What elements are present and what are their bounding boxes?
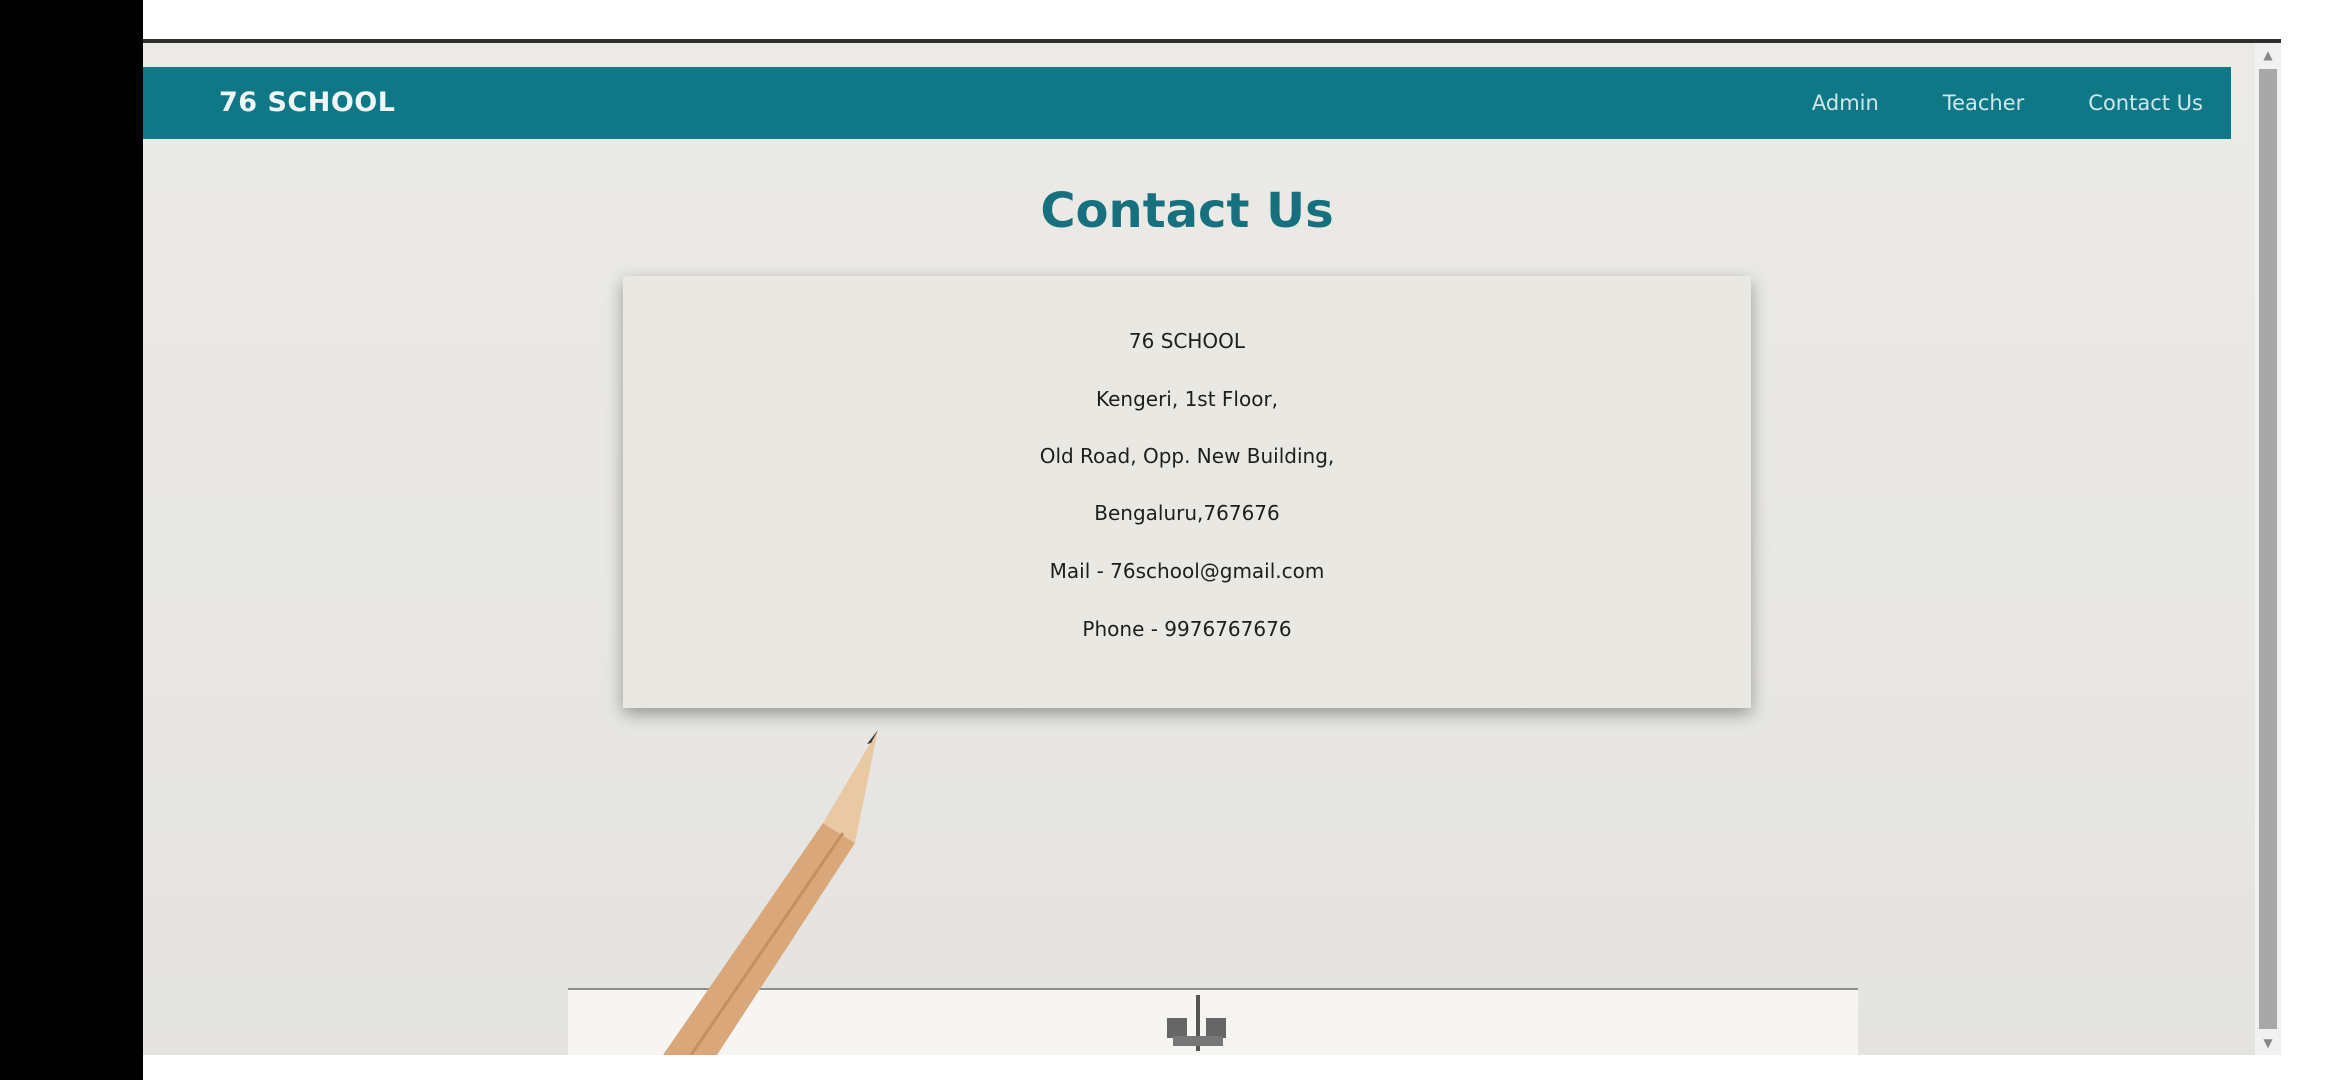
left-black-margin [0, 0, 143, 1080]
nav-link-teacher[interactable]: Teacher [1943, 91, 2024, 115]
address-city: Bengaluru,767676 [1094, 501, 1280, 525]
brand-logo-text[interactable]: 76 SCHOOL [219, 67, 395, 139]
contact-mail: Mail - 76school@gmail.com [1049, 559, 1325, 583]
top-navbar: 76 SCHOOL Admin Teacher Contact Us [143, 67, 2231, 139]
address-line-2: Old Road, Opp. New Building, [1039, 444, 1335, 468]
scroll-down-arrow-icon[interactable]: ▼ [2255, 1031, 2281, 1055]
scroll-up-arrow-icon[interactable]: ▲ [2255, 43, 2281, 67]
page-title: Contact Us [1040, 183, 1334, 239]
nav-links: Admin Teacher Contact Us [1748, 67, 2203, 139]
scrollbar-thumb[interactable] [2259, 69, 2277, 1029]
notebook-illustration [568, 988, 1858, 1055]
nav-link-contact-us[interactable]: Contact Us [2088, 91, 2203, 115]
school-name: 76 SCHOOL [1128, 329, 1246, 353]
contact-page: 76 SCHOOL Admin Teacher Contact Us Conta… [143, 43, 2255, 1055]
contact-info-card: 76 SCHOOL Kengeri, 1st Floor, Old Road, … [623, 276, 1751, 708]
nav-link-admin[interactable]: Admin [1812, 91, 1879, 115]
contact-phone: Phone - 9976767676 [1082, 617, 1292, 641]
address-line-1: Kengeri, 1st Floor, [1095, 387, 1279, 411]
browser-viewport: 76 SCHOOL Admin Teacher Contact Us Conta… [143, 43, 2281, 1055]
vertical-scrollbar[interactable]: ▲ ▼ [2255, 43, 2281, 1055]
